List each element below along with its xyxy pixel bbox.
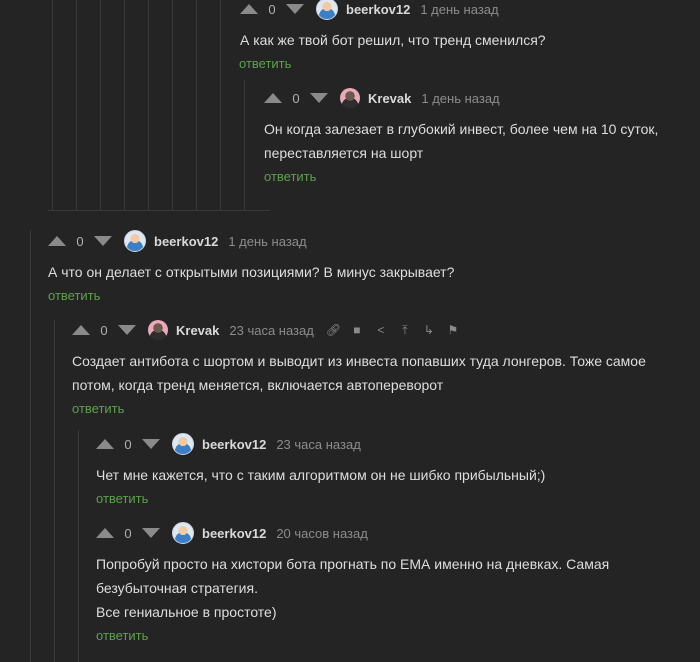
comment-text-line: безубыточная стратегия.: [96, 580, 258, 596]
reply-link[interactable]: ответить: [96, 491, 148, 506]
comment-time[interactable]: 1 день назад: [421, 91, 499, 106]
author-name[interactable]: Krevak: [368, 91, 411, 106]
avatar[interactable]: [148, 320, 168, 340]
flag-icon[interactable]: ⚑: [446, 323, 460, 337]
comment-text: А что он делает с открытыми позициями? В…: [48, 264, 455, 280]
comment-text-line: Создает антибота с шортом и выводит из и…: [72, 353, 646, 369]
link-icon[interactable]: 🔗︎: [326, 323, 341, 337]
comment: 0 beerkov12 23 часа назад Чет мне кажетс…: [96, 433, 545, 506]
branch-icon[interactable]: ↳: [422, 323, 436, 337]
comment: 0 Krevak 23 часа назад 🔗︎ ■ < ⤒ ↳ ⚑ Созд…: [72, 319, 646, 416]
comment-text-line: Все гениальное в простоте): [96, 604, 277, 620]
downvote-arrow-icon[interactable]: [142, 439, 160, 449]
author-name[interactable]: beerkov12: [346, 2, 410, 17]
reply-link[interactable]: ответить: [48, 288, 100, 303]
upvote-arrow-icon[interactable]: [96, 528, 114, 538]
avatar[interactable]: [340, 88, 360, 108]
avatar[interactable]: [316, 0, 338, 20]
comment-tools: 🔗︎ ■ < ⤒ ↳ ⚑: [326, 323, 460, 338]
rating: 0: [124, 436, 132, 452]
downvote-arrow-icon[interactable]: [310, 93, 328, 103]
comment: 0 beerkov12 20 часов назад Попробуй прос…: [96, 522, 609, 643]
comment-text-line: потом, когда тренд меняется, включается …: [72, 377, 444, 393]
comment-text-line: Попробуй просто на хистори бота прогнать…: [96, 556, 610, 572]
scroll-top-icon[interactable]: ⤒: [398, 323, 412, 338]
downvote-arrow-icon[interactable]: [286, 4, 304, 14]
upvote-arrow-icon[interactable]: [72, 325, 90, 335]
avatar[interactable]: [124, 230, 146, 252]
comment-time[interactable]: 23 часа назад: [229, 323, 313, 338]
rating: 0: [124, 525, 132, 541]
comment-time[interactable]: 23 часа назад: [276, 437, 360, 452]
upvote-arrow-icon[interactable]: [48, 236, 66, 246]
comment-time[interactable]: 1 день назад: [228, 234, 306, 249]
downvote-arrow-icon[interactable]: [142, 528, 160, 538]
author-name[interactable]: beerkov12: [202, 526, 266, 541]
comment: 0 beerkov12 1 день назад А как же твой б…: [239, 0, 546, 71]
author-name[interactable]: Krevak: [176, 323, 219, 338]
reply-link[interactable]: ответить: [239, 56, 291, 71]
downvote-arrow-icon[interactable]: [118, 325, 136, 335]
comment-time[interactable]: 1 день назад: [420, 2, 498, 17]
upvote-arrow-icon[interactable]: [240, 4, 258, 14]
comment-text: Чет мне кажется, что с таким алгоритмом …: [96, 467, 546, 483]
reply-link[interactable]: ответить: [96, 628, 148, 643]
avatar[interactable]: [172, 522, 194, 544]
save-icon[interactable]: ■: [350, 323, 364, 337]
comment-text-line: переставляется на шорт: [264, 145, 424, 161]
upvote-arrow-icon[interactable]: [96, 439, 114, 449]
rating: 0: [292, 90, 300, 106]
comment-text: А как же твой бот решил, что тренд смени…: [240, 32, 546, 48]
rating: 0: [100, 322, 108, 338]
share-icon[interactable]: <: [374, 323, 388, 337]
author-name[interactable]: beerkov12: [202, 437, 266, 452]
reply-link[interactable]: ответить: [264, 169, 316, 184]
reply-link[interactable]: ответить: [72, 401, 124, 416]
downvote-arrow-icon[interactable]: [94, 236, 112, 246]
rating: 0: [268, 1, 276, 17]
upvote-arrow-icon[interactable]: [264, 93, 282, 103]
comment: 0 Krevak 1 день назад Он когда залезает …: [264, 87, 658, 184]
avatar[interactable]: [172, 433, 194, 455]
comment-time[interactable]: 20 часов назад: [276, 526, 368, 541]
comment-text-line: Он когда залезает в глубокий инвест, бол…: [264, 121, 659, 137]
rating: 0: [76, 233, 84, 249]
author-name[interactable]: beerkov12: [154, 234, 218, 249]
comment: 0 beerkov12 1 день назад А что он делает…: [48, 230, 454, 303]
